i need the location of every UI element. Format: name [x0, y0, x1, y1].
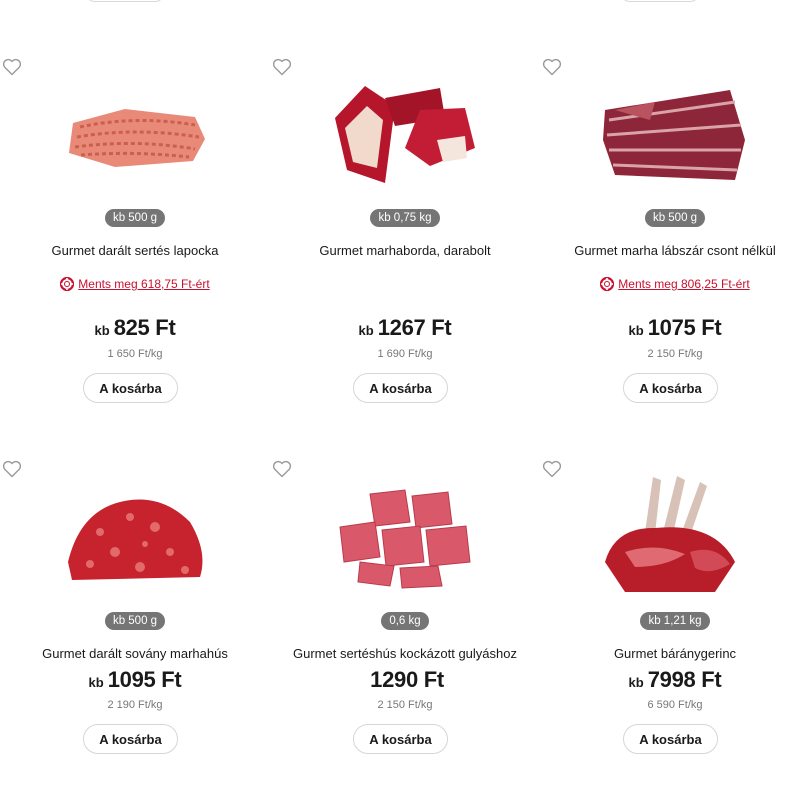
product-grid: kb 500 g Gurmet darált sertés lapocka Me… — [0, 0, 800, 800]
heart-icon[interactable] — [272, 460, 292, 478]
add-to-cart-button[interactable]: A kosárba — [353, 724, 448, 754]
product-image[interactable] — [305, 75, 505, 195]
price-prefix: kb — [358, 323, 374, 338]
product-name[interactable]: Gurmet darált sovány marhahús — [0, 646, 270, 661]
add-to-cart-button[interactable]: A kosárba — [623, 724, 718, 754]
lifebuoy-icon — [600, 277, 615, 291]
previous-row-button-edge[interactable] — [85, 0, 165, 2]
unit-price: 2 190 Ft/kg — [107, 699, 163, 711]
price: kb 1267 Ft — [270, 315, 540, 341]
price-amount: 1095 Ft — [107, 667, 182, 692]
price-amount: 1267 Ft — [377, 315, 452, 340]
add-to-cart-button[interactable]: A kosárba — [623, 373, 718, 403]
heart-icon[interactable] — [272, 58, 292, 76]
price-prefix: kb — [88, 675, 104, 690]
product-name[interactable]: Gurmet darált sertés lapocka — [0, 243, 270, 258]
weight-badge: kb 500 g — [0, 208, 270, 227]
price-amount: 1075 Ft — [647, 315, 722, 340]
weight-badge: kb 1,21 kg — [540, 611, 800, 630]
price-amount: 825 Ft — [113, 315, 176, 340]
savings-text[interactable]: Ments meg 806,25 Ft-ért — [618, 277, 749, 291]
product-name[interactable]: Gurmet marhaborda, darabolt — [270, 243, 540, 258]
beef-shank-icon — [603, 90, 745, 180]
price: kb 825 Ft — [0, 315, 270, 341]
unit-price: 2 150 Ft/kg — [647, 348, 703, 360]
product-image[interactable] — [35, 477, 235, 597]
weight-badge: kb 500 g — [0, 611, 270, 630]
weight-badge-text: kb 500 g — [104, 612, 166, 630]
weight-badge-text: kb 500 g — [104, 209, 166, 227]
add-to-cart-button[interactable]: A kosárba — [83, 724, 178, 754]
add-to-cart-button[interactable]: A kosárba — [83, 373, 178, 403]
weight-badge-text: 0,6 kg — [381, 612, 429, 630]
savings-text[interactable]: Ments meg 618,75 Ft-ért — [78, 277, 209, 291]
weight-badge-text: kb 500 g — [644, 209, 706, 227]
product-image[interactable] — [575, 75, 775, 195]
add-to-cart-button[interactable]: A kosárba — [353, 373, 448, 403]
ground-beef-icon — [68, 499, 203, 580]
product-name[interactable]: Gurmet báránygerinc — [540, 646, 800, 661]
weight-badge: kb 500 g — [540, 208, 800, 227]
price-prefix: kb — [628, 675, 644, 690]
lamb-rack-icon — [605, 476, 735, 592]
price-prefix: kb — [628, 323, 644, 338]
heart-icon[interactable] — [2, 460, 22, 478]
price-prefix: kb — [94, 323, 110, 338]
weight-badge-text: kb 0,75 kg — [370, 209, 440, 227]
unit-price: 1 690 Ft/kg — [377, 348, 433, 360]
price-amount: 1290 Ft — [370, 667, 444, 692]
product-image[interactable] — [305, 477, 505, 597]
savings-link[interactable]: Ments meg 806,25 Ft-ért — [540, 277, 800, 291]
heart-icon[interactable] — [2, 58, 22, 76]
savings-link[interactable]: Ments meg 618,75 Ft-ért — [0, 277, 270, 291]
product-name[interactable]: Gurmet marha lábszár csont nélkül — [540, 243, 800, 258]
product-image[interactable] — [35, 75, 235, 195]
diced-pork-icon — [339, 489, 471, 589]
unit-price: 2 150 Ft/kg — [377, 699, 433, 711]
previous-row-button-edge[interactable] — [620, 0, 700, 2]
heart-icon[interactable] — [542, 58, 562, 76]
lifebuoy-icon — [60, 277, 75, 291]
weight-badge-text: kb 1,21 kg — [640, 612, 710, 630]
product-name[interactable]: Gurmet sertéshús kockázott gulyáshoz — [270, 646, 540, 661]
price: 1290 Ft — [270, 667, 540, 693]
unit-price: 6 590 Ft/kg — [647, 699, 703, 711]
heart-icon[interactable] — [542, 460, 562, 478]
unit-price: 1 650 Ft/kg — [107, 348, 163, 360]
price-amount: 7998 Ft — [647, 667, 722, 692]
ground-pork-icon — [69, 109, 205, 167]
price: kb 7998 Ft — [540, 667, 800, 693]
beef-ribs-icon — [335, 85, 475, 183]
weight-badge: 0,6 kg — [270, 611, 540, 630]
price: kb 1075 Ft — [540, 315, 800, 341]
product-image[interactable] — [575, 476, 775, 597]
weight-badge: kb 0,75 kg — [270, 208, 540, 227]
price: kb 1095 Ft — [0, 667, 270, 693]
